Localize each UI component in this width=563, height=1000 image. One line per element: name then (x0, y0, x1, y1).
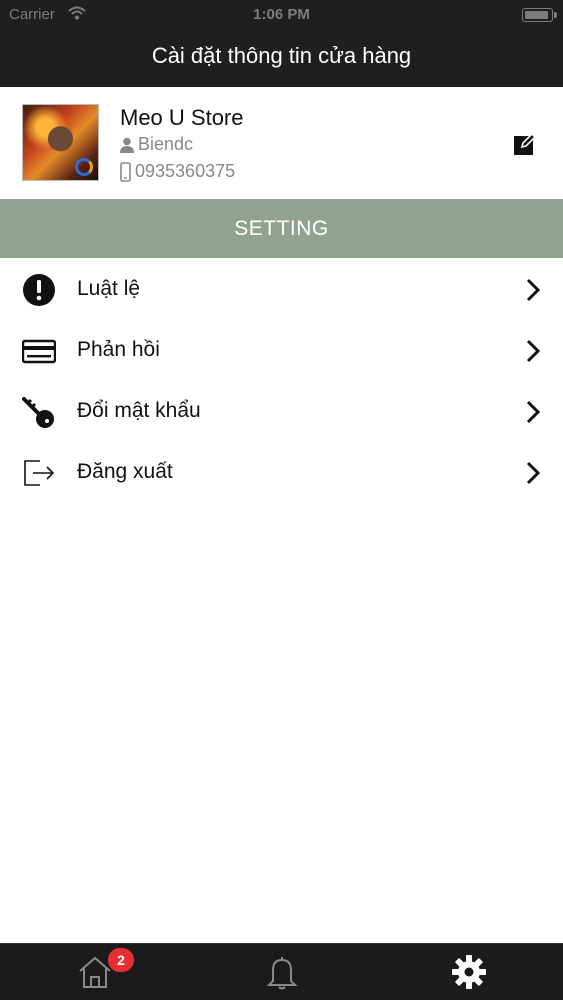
chevron-right-icon (526, 339, 541, 363)
status-time: 1:06 PM (253, 6, 310, 23)
key-icon (22, 397, 54, 428)
status-bar: Carrier 1:06 PM (0, 0, 563, 30)
menu-item-change-password[interactable]: Đổi mật khẩu (0, 381, 563, 442)
chevron-right-icon (526, 400, 541, 424)
top-bar: Carrier 1:06 PM Cài đặt thông tin cửa hà… (0, 0, 563, 87)
chevron-right-icon (526, 278, 541, 302)
chevron-right-icon (526, 461, 541, 485)
menu-item-label: Đăng xuất (77, 460, 173, 483)
phone-row: 0935360375 (120, 161, 235, 182)
menu-item-label: Phản hồi (77, 338, 160, 361)
menu-item-logout[interactable]: Đăng xuất (0, 442, 563, 503)
credit-card-icon (22, 339, 56, 364)
setting-section-header: SETTING (0, 199, 563, 258)
logout-icon (24, 460, 55, 486)
notification-badge: 2 (108, 948, 134, 972)
store-name: Meo U Store (120, 105, 244, 130)
game-logo-icon (75, 158, 93, 176)
menu-item-rules[interactable]: Luật lệ (0, 259, 563, 320)
owner-row: Biendc (120, 134, 193, 155)
gear-icon[interactable] (451, 954, 487, 990)
owner-name: Biendc (138, 134, 194, 154)
menu-item-label: Đổi mật khẩu (77, 399, 201, 422)
exclamation-circle-icon (23, 274, 55, 306)
bell-icon[interactable] (264, 954, 300, 990)
phone-number: 0935360375 (135, 161, 236, 181)
battery-icon (522, 8, 557, 22)
battery-fill (525, 11, 548, 19)
store-profile: Meo U Store Biendc 0935360375 (0, 87, 563, 199)
user-icon (120, 137, 134, 153)
edit-icon (514, 132, 537, 155)
store-avatar-image[interactable] (22, 104, 99, 181)
tab-bar (0, 943, 563, 1000)
page-title: Cài đặt thông tin cửa hàng (151, 43, 412, 68)
edit-profile-button[interactable] (513, 132, 537, 156)
menu-item-feedback[interactable]: Phản hồi (0, 320, 563, 381)
menu-item-label: Luật lệ (77, 277, 141, 300)
phone-icon (120, 161, 131, 182)
